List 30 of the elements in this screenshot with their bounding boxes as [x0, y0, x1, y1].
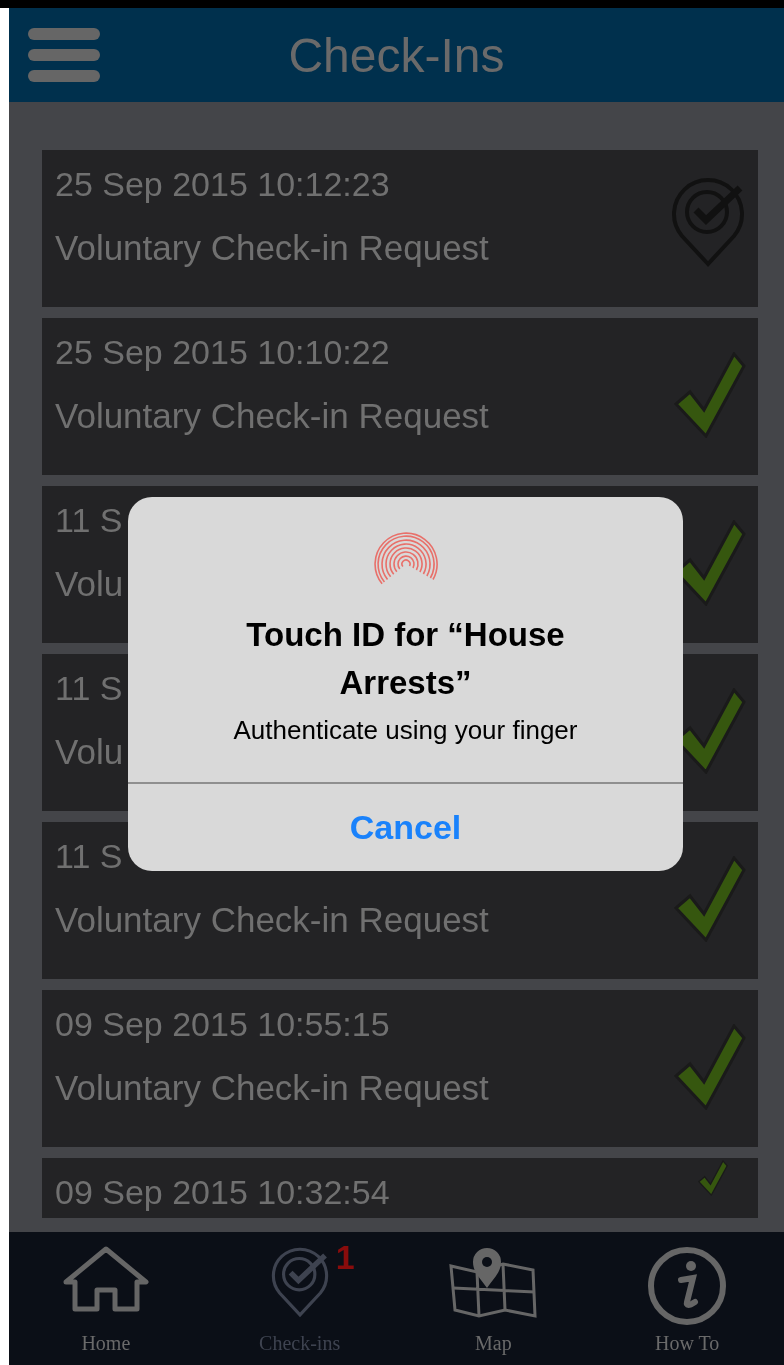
- dialog-message: Authenticate using your finger: [233, 715, 578, 746]
- checkin-type: Voluntary Check-in Request: [55, 395, 489, 437]
- checkin-card[interactable]: 25 Sep 2015 10:10:22 Voluntary Check-in Request: [42, 318, 758, 475]
- checkin-type: Volu: [55, 563, 124, 605]
- tab-item[interactable]: Map: [396, 1232, 591, 1365]
- notification-count: 1: [335, 1238, 355, 1277]
- checkin-date: 11 S: [55, 500, 123, 540]
- menu-button[interactable]: [28, 28, 100, 82]
- tab-item[interactable]: Home: [9, 1232, 203, 1365]
- checkin-date: 11 S: [55, 668, 123, 708]
- checkin-type: Voluntary Check-in Request: [55, 899, 489, 941]
- dialog-title: Touch ID for “House Arrests”: [245, 615, 566, 703]
- page-title: Check-Ins: [288, 27, 505, 83]
- checkin-date: 25 Sep 2015 10:12:23: [55, 164, 390, 204]
- checkin-date: 25 Sep 2015 10:10:22: [55, 332, 390, 372]
- checkin-date: 09 Sep 2015 10:32:54: [55, 1172, 390, 1212]
- checkin-type: Voluntary Check-in Request: [55, 1067, 489, 1109]
- map-icon: [449, 1246, 538, 1318]
- tab-item[interactable]: How To: [590, 1232, 784, 1365]
- checkin-card[interactable]: 25 Sep 2015 10:12:23 Voluntary Check-in Request: [42, 150, 758, 307]
- checkin-card[interactable]: 09 Sep 2015 10:32:54: [42, 1158, 758, 1218]
- checkin-card[interactable]: 09 Sep 2015 10:55:15 Voluntary Check-in Request: [42, 990, 758, 1147]
- tab-item[interactable]: Check-ins 1: [202, 1232, 397, 1365]
- info-icon: [647, 1246, 728, 1326]
- checkin-date: 11 S: [55, 836, 123, 876]
- checkin-type: Volu: [55, 731, 124, 773]
- checkin-type: Voluntary Check-in Request: [55, 227, 489, 269]
- checkin-date: 09 Sep 2015 10:55:15: [55, 1004, 390, 1044]
- house-icon: [62, 1246, 149, 1312]
- cancel-button[interactable]: Cancel: [128, 782, 683, 871]
